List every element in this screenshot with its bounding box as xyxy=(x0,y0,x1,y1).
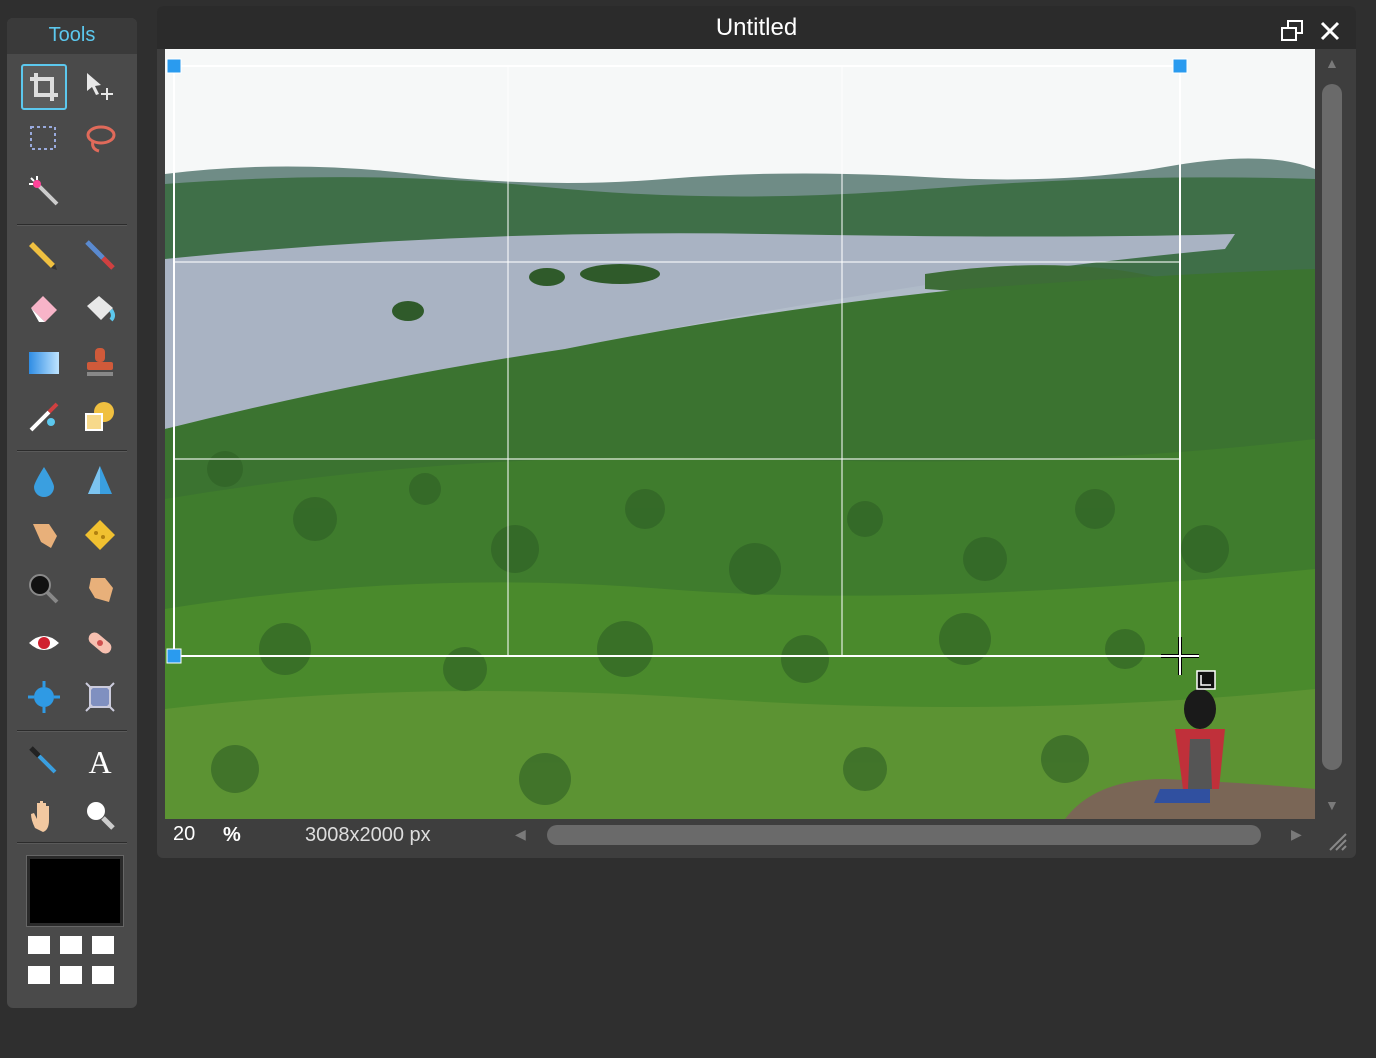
magic-wand-tool-button[interactable] xyxy=(21,168,67,214)
color-replace-tool-button[interactable] xyxy=(21,394,67,440)
color-picker-tool-icon xyxy=(29,746,57,774)
horizontal-scroll-thumb[interactable] xyxy=(547,825,1261,845)
vertical-scroll-thumb[interactable] xyxy=(1322,84,1342,770)
hand-tool-icon xyxy=(31,801,49,832)
bloat-tool-icon xyxy=(28,681,60,713)
type-tool-button[interactable]: A xyxy=(77,738,123,784)
spot-heal-tool-button[interactable] xyxy=(77,620,123,666)
zoom-tool-button[interactable] xyxy=(77,792,123,838)
scroll-up-icon[interactable]: ▲ xyxy=(1325,55,1339,71)
sharpen-tool-icon xyxy=(88,466,112,494)
blur-tool-icon xyxy=(34,467,54,497)
preset-swatch[interactable] xyxy=(60,966,82,984)
landscape-photo xyxy=(165,49,1315,819)
horizontal-scrollbar[interactable]: ◀ ▶ xyxy=(505,819,1305,851)
sponge-tool-icon xyxy=(85,520,115,550)
eraser-tool-button[interactable] xyxy=(21,286,67,332)
paint-bucket-tool-icon xyxy=(87,296,115,322)
paint-bucket-tool-button[interactable] xyxy=(77,286,123,332)
pencil-tool-button[interactable] xyxy=(21,232,67,278)
window-resize-grip-icon[interactable] xyxy=(1328,832,1348,852)
tool-separator xyxy=(17,450,127,452)
scroll-left-icon[interactable]: ◀ xyxy=(515,826,526,843)
shape-tool-icon xyxy=(85,402,114,431)
zoom-level-value[interactable]: 20 xyxy=(173,823,195,846)
window-titlebar[interactable]: Untitled xyxy=(157,6,1356,49)
move-tool-button[interactable] xyxy=(77,64,123,110)
crop-handle-top-right[interactable] xyxy=(1172,58,1188,74)
image-window: Untitled ▲ ▼ 20 % 3008x2000 px ◀ ▶ xyxy=(157,6,1356,858)
preset-swatch[interactable] xyxy=(92,936,114,954)
type-tool-icon: A xyxy=(88,744,111,778)
pencil-tool-icon xyxy=(29,242,57,270)
dodge-tool-icon xyxy=(29,574,59,604)
foreground-color-swatch[interactable] xyxy=(26,855,124,927)
color-picker-tool-button[interactable] xyxy=(21,738,67,784)
tools-panel: Tools A xyxy=(7,18,137,1008)
pinch-tool-icon xyxy=(85,682,115,712)
crop-handle-bottom-left[interactable] xyxy=(166,648,182,664)
red-eye-tool-button[interactable] xyxy=(21,620,67,666)
spot-heal-tool-icon xyxy=(88,632,112,654)
smudge-tool-icon xyxy=(33,524,57,548)
preset-swatch[interactable] xyxy=(28,966,50,984)
burn-tool-button[interactable] xyxy=(77,566,123,612)
lasso-tool-icon xyxy=(86,125,116,153)
scroll-down-icon[interactable]: ▼ xyxy=(1325,797,1339,813)
vertical-scrollbar[interactable]: ▲ ▼ xyxy=(1317,49,1349,819)
brush-tool-button[interactable] xyxy=(77,232,123,278)
close-window-icon[interactable] xyxy=(1317,15,1343,41)
svg-text:A: A xyxy=(88,744,111,778)
tool-separator xyxy=(17,224,127,226)
marquee-tool-icon xyxy=(30,126,56,150)
status-bar: 20 % 3008x2000 px ◀ ▶ xyxy=(165,819,1315,851)
preset-swatch[interactable] xyxy=(92,966,114,984)
shape-tool-button[interactable] xyxy=(77,394,123,440)
red-eye-tool-icon xyxy=(29,636,59,650)
magic-wand-tool-icon xyxy=(29,176,59,206)
window-title: Untitled xyxy=(715,14,798,41)
gradient-tool-icon xyxy=(29,352,59,374)
move-tool-icon xyxy=(87,73,113,100)
image-canvas[interactable] xyxy=(165,49,1315,819)
bloat-tool-button[interactable] xyxy=(21,674,67,720)
sharpen-tool-button[interactable] xyxy=(77,458,123,504)
eraser-tool-icon xyxy=(31,296,57,322)
blur-tool-button[interactable] xyxy=(21,458,67,504)
zoom-unit-label: % xyxy=(223,824,241,846)
preset-swatch[interactable] xyxy=(28,936,50,954)
scroll-right-icon[interactable]: ▶ xyxy=(1291,826,1302,843)
clone-stamp-tool-button[interactable] xyxy=(77,340,123,386)
image-dimensions: 3008x2000 px xyxy=(305,824,431,846)
tool-separator xyxy=(17,842,127,844)
pinch-tool-button[interactable] xyxy=(77,674,123,720)
smudge-tool-button[interactable] xyxy=(21,512,67,558)
preset-swatch[interactable] xyxy=(60,936,82,954)
zoom-tool-icon xyxy=(87,802,115,830)
gradient-tool-button[interactable] xyxy=(21,340,67,386)
brush-tool-icon xyxy=(85,240,115,270)
burn-tool-icon xyxy=(89,578,113,602)
hand-tool-button[interactable] xyxy=(21,792,67,838)
crop-handle-top-left[interactable] xyxy=(166,58,182,74)
restore-window-icon[interactable] xyxy=(1279,15,1305,41)
marquee-tool-button[interactable] xyxy=(21,116,67,162)
crop-tool-icon xyxy=(30,73,58,101)
tools-panel-title: Tools xyxy=(7,18,137,54)
sponge-tool-button[interactable] xyxy=(77,512,123,558)
dodge-tool-button[interactable] xyxy=(21,566,67,612)
color-replace-tool-icon xyxy=(29,402,59,432)
clone-stamp-tool-icon xyxy=(87,348,113,376)
crop-tool-button[interactable] xyxy=(21,64,67,110)
lasso-tool-button[interactable] xyxy=(77,116,123,162)
tool-separator xyxy=(17,730,127,732)
